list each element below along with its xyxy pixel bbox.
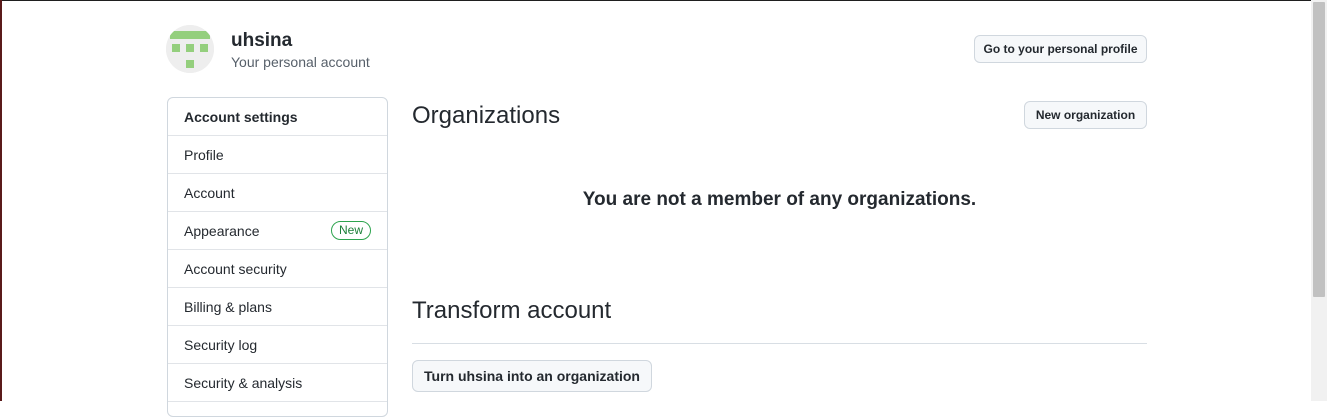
scrollbar-thumb[interactable] [1313, 2, 1325, 297]
organizations-heading: Organizations [412, 102, 561, 129]
sidebar-item-account-security[interactable]: Account security [168, 250, 387, 288]
window-left-edge [0, 0, 2, 401]
new-organization-button[interactable]: New organization [1024, 101, 1147, 129]
transform-to-organization-button[interactable]: Turn uhsina into an organization [412, 360, 652, 392]
go-to-profile-button[interactable]: Go to your personal profile [974, 35, 1147, 63]
sidebar-item-label: Billing & plans [184, 298, 272, 315]
sidebar-item-account[interactable]: Account [168, 174, 387, 212]
username[interactable]: uhsina [231, 30, 292, 52]
account-subtitle: Your personal account [231, 54, 370, 70]
identicon-avatar[interactable] [166, 25, 214, 73]
section-divider [412, 343, 1147, 344]
identicon-avatar-icon [166, 25, 214, 73]
vertical-scrollbar[interactable] [1311, 0, 1327, 401]
sidebar-title: Account settings [168, 98, 387, 136]
sidebar-item-label: Security & analysis [184, 374, 303, 391]
transform-account-heading: Transform account [412, 297, 612, 324]
settings-sidebar: Account settings Profile Account Appeara… [167, 97, 388, 417]
sidebar-item-label: Security log [184, 336, 258, 353]
window-top-border [0, 0, 1327, 1]
sidebar-item-label: Account [184, 184, 235, 201]
sidebar-item-security-analysis[interactable]: Security & analysis [168, 364, 387, 402]
sidebar-item-label: Account security [184, 260, 287, 277]
new-badge: New [330, 221, 371, 240]
sidebar-item-label: Profile [184, 146, 224, 163]
empty-organizations-message: You are not a member of any organization… [582, 189, 977, 210]
sidebar-item-profile[interactable]: Profile [168, 136, 387, 174]
sidebar-item-security-log[interactable]: Security log [168, 326, 387, 364]
sidebar-item-billing[interactable]: Billing & plans [168, 288, 387, 326]
sidebar-item-label: Appearance [184, 222, 260, 239]
sidebar-item-appearance[interactable]: Appearance New [168, 212, 387, 250]
